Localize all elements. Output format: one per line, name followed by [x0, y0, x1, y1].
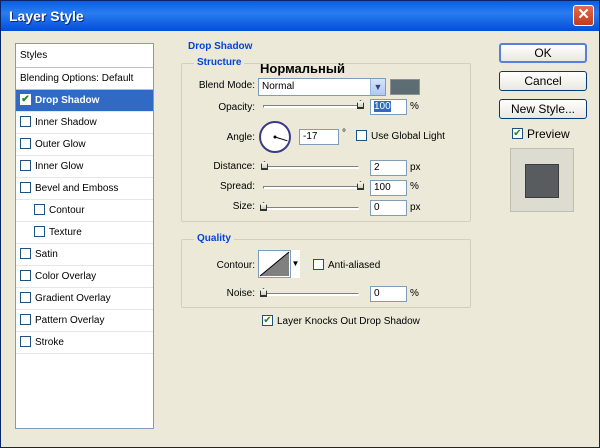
preview-box[interactable]	[512, 128, 523, 140]
size-slider[interactable]	[263, 207, 359, 210]
noise-input[interactable]: 0	[370, 286, 407, 302]
style-item-label: Gradient Overlay	[35, 293, 111, 304]
style-item-texture[interactable]: Texture	[16, 222, 153, 244]
style-item-checkbox[interactable]	[20, 269, 31, 281]
blending-options-item[interactable]: Blending Options: Default	[16, 68, 153, 90]
style-item-checkbox[interactable]	[20, 159, 31, 171]
opacity-unit: %	[410, 101, 419, 112]
new-style-button[interactable]: New Style...	[499, 99, 587, 119]
window-title: Layer Style	[9, 8, 84, 24]
style-item-label: Pattern Overlay	[35, 315, 105, 326]
distance-label: Distance:	[213, 161, 255, 172]
style-item-bevel-and-emboss[interactable]: Bevel and Emboss	[16, 178, 153, 200]
quality-title: Quality	[194, 233, 234, 244]
noise-label: Noise:	[226, 288, 255, 299]
style-item-inner-shadow[interactable]: Inner Shadow	[16, 112, 153, 134]
spread-label: Spread:	[219, 181, 255, 192]
style-item-label: Stroke	[35, 337, 64, 348]
style-item-label: Bevel and Emboss	[35, 183, 119, 194]
style-item-pattern-overlay[interactable]: Pattern Overlay	[16, 310, 153, 332]
spread-unit: %	[410, 181, 419, 192]
style-item-drop-shadow[interactable]: Drop Shadow	[16, 90, 153, 112]
styles-list: Styles Blending Options: Default Drop Sh…	[15, 43, 154, 429]
contour-curve-icon	[259, 251, 290, 277]
spread-input[interactable]: 100	[370, 180, 407, 196]
style-item-color-overlay[interactable]: Color Overlay	[16, 266, 153, 288]
spread-slider[interactable]	[263, 186, 363, 189]
preview-square	[525, 164, 559, 198]
size-unit: px	[410, 202, 421, 213]
style-item-gradient-overlay[interactable]: Gradient Overlay	[16, 288, 153, 310]
distance-input[interactable]: 2	[370, 160, 407, 176]
style-item-checkbox[interactable]	[20, 291, 31, 303]
drop-shadow-section-title: Drop Shadow	[185, 41, 256, 52]
structure-title: Structure	[194, 57, 245, 68]
ok-button[interactable]: OK	[499, 43, 587, 63]
style-item-label: Color Overlay	[35, 271, 97, 282]
use-global-light-checkbox[interactable]: Use Global Light	[356, 130, 445, 142]
style-item-label: Contour	[49, 205, 85, 216]
style-item-checkbox[interactable]	[20, 115, 31, 127]
style-item-checkbox[interactable]	[34, 203, 45, 215]
use-global-light-box[interactable]	[356, 130, 367, 141]
angle-unit: °	[342, 128, 346, 139]
style-item-contour[interactable]: Contour	[16, 200, 153, 222]
cancel-button[interactable]: Cancel	[499, 71, 587, 91]
style-item-checkbox[interactable]	[20, 247, 31, 259]
angle-input[interactable]: -17	[299, 129, 339, 145]
size-input[interactable]: 0	[370, 200, 407, 216]
preview-checkbox[interactable]: Preview	[512, 127, 570, 141]
overlay-caption: Нормальный	[260, 61, 345, 76]
blend-mode-select[interactable]: Normal ▼	[258, 78, 386, 96]
noise-unit: %	[410, 288, 419, 299]
anti-aliased-box[interactable]	[313, 259, 324, 270]
opacity-input[interactable]: 100	[370, 99, 407, 115]
layer-knocks-out-checkbox[interactable]: Layer Knocks Out Drop Shadow	[262, 315, 420, 327]
size-label: Size:	[232, 201, 255, 212]
style-preview	[510, 148, 574, 212]
angle-dial-icon[interactable]	[259, 121, 291, 153]
style-item-label: Drop Shadow	[35, 95, 100, 106]
close-icon: ✕	[577, 6, 590, 23]
style-item-label: Satin	[35, 249, 58, 260]
contour-dropdown-arrow-icon[interactable]: ▼	[291, 250, 300, 278]
style-item-label: Inner Glow	[35, 161, 84, 172]
styles-header[interactable]: Styles	[16, 44, 153, 68]
opacity-label: Opacity:	[218, 102, 255, 113]
close-button[interactable]: ✕	[573, 5, 594, 26]
style-item-stroke[interactable]: Stroke	[16, 332, 153, 354]
contour-label: Contour:	[216, 260, 255, 271]
distance-unit: px	[410, 162, 421, 173]
opacity-slider[interactable]	[263, 105, 363, 108]
style-item-checkbox[interactable]	[20, 181, 31, 193]
style-item-label: Outer Glow	[35, 139, 86, 150]
style-item-checkbox[interactable]	[20, 335, 31, 347]
angle-label: Angle:	[226, 132, 255, 143]
blend-mode-label: Blend Mode:	[198, 80, 255, 91]
style-item-label: Texture	[49, 227, 82, 238]
style-item-checkbox[interactable]	[20, 137, 31, 149]
style-item-label: Inner Shadow	[35, 117, 97, 128]
title-bar[interactable]: Layer Style ✕	[1, 1, 599, 31]
style-item-inner-glow[interactable]: Inner Glow	[16, 156, 153, 178]
style-item-satin[interactable]: Satin	[16, 244, 153, 266]
distance-slider[interactable]	[263, 166, 359, 169]
shadow-color-swatch[interactable]	[390, 79, 420, 95]
contour-picker[interactable]	[258, 250, 291, 278]
style-item-checkbox[interactable]	[20, 313, 31, 325]
anti-aliased-checkbox[interactable]: Anti-aliased	[313, 259, 380, 271]
style-item-checkbox[interactable]	[34, 225, 45, 237]
style-item-outer-glow[interactable]: Outer Glow	[16, 134, 153, 156]
style-item-checkbox[interactable]	[20, 93, 31, 105]
layer-knocks-out-box[interactable]	[262, 315, 273, 326]
blend-mode-value: Normal	[262, 81, 295, 92]
dropdown-arrow-icon: ▼	[370, 79, 385, 95]
layer-style-dialog: Layer Style ✕ Styles Blending Options: D…	[0, 0, 600, 448]
noise-slider[interactable]	[263, 293, 359, 296]
